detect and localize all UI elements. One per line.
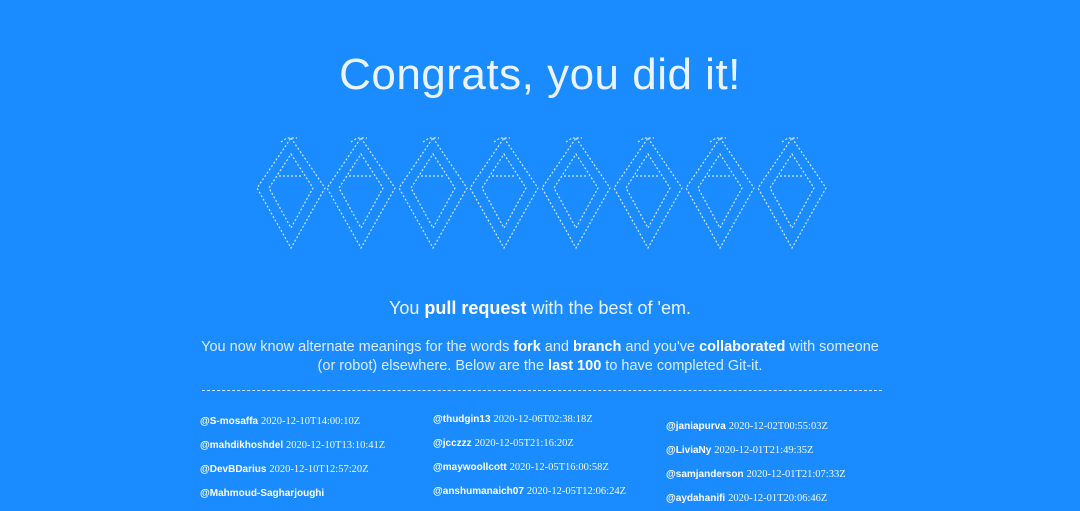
- ascii-diamond-inner: [338, 152, 384, 230]
- timestamp: 2020-12-01T21:49:35Z: [714, 445, 814, 456]
- completions-column-1: @S-mosaffa 2020-12-10T14:00:10Z @mahdikh…: [200, 409, 430, 505]
- ascii-diamond-inner: [625, 152, 671, 230]
- timestamp: 2020-12-05T21:16:20Z: [474, 438, 574, 449]
- username-link[interactable]: @DevBDarius: [200, 464, 266, 475]
- list-item: @anshumanaich07 2020-12-05T12:06:24Z: [433, 479, 663, 503]
- username-link[interactable]: @samjanderson: [666, 469, 744, 480]
- timestamp: 2020-12-10T12:57:20Z: [269, 464, 369, 475]
- list-item: @jcczzz 2020-12-05T21:16:20Z: [433, 431, 663, 455]
- username-link[interactable]: @aydahanifi: [666, 493, 725, 504]
- ascii-diamond-detail: [564, 137, 588, 177]
- ascii-diamond-inner: [553, 152, 599, 230]
- ascii-diamond-inner: [410, 152, 456, 230]
- ascii-diamond-detail: [708, 137, 732, 177]
- username-link[interactable]: @maywoollcott: [433, 462, 507, 473]
- list-item: @S-mosaffa 2020-12-10T14:00:10Z: [200, 409, 430, 433]
- list-item: @thudgin13 2020-12-06T02:38:18Z: [433, 407, 663, 431]
- octocat-ascii-art-icon: [256, 136, 827, 250]
- ascii-diamond-inner: [697, 152, 743, 230]
- list-item: @Mahmoud-Sagharjoughi: [200, 481, 430, 505]
- ascii-diamond-inner: [481, 152, 527, 230]
- timestamp: 2020-12-10T14:00:10Z: [261, 416, 361, 427]
- username-link[interactable]: @anshumanaich07: [433, 486, 524, 497]
- username-link[interactable]: @thudgin13: [433, 414, 491, 425]
- description: You now know alternate meanings for the …: [201, 339, 879, 374]
- list-item: @LiviaNy 2020-12-01T21:49:35Z: [666, 438, 896, 462]
- list-item: @samjanderson 2020-12-01T21:07:33Z: [666, 462, 896, 486]
- page-title: Congrats, you did it!: [339, 50, 741, 99]
- timestamp: 2020-12-10T13:10:41Z: [286, 440, 386, 451]
- timestamp: 2020-12-01T20:06:46Z: [728, 493, 828, 504]
- timestamp: 2020-12-06T02:38:18Z: [493, 414, 593, 425]
- tagline-bold: pull request: [424, 298, 527, 318]
- timestamp: 2020-12-01T21:07:33Z: [746, 469, 846, 480]
- list-item: @mahdikhoshdel 2020-12-10T13:10:41Z: [200, 433, 430, 457]
- username-link[interactable]: @S-mosaffa: [200, 416, 258, 427]
- ascii-diamond-inner: [268, 152, 314, 230]
- timestamp: 2020-12-05T12:06:24Z: [526, 486, 626, 497]
- username-link[interactable]: @Mahmoud-Sagharjoughi: [200, 488, 324, 499]
- username-link[interactable]: @janiapurva: [666, 421, 726, 432]
- ascii-diamond-detail: [421, 137, 445, 177]
- completions-column-2: @thudgin13 2020-12-06T02:38:18Z @jcczzz …: [433, 409, 663, 503]
- username-link[interactable]: @mahdikhoshdel: [200, 440, 283, 451]
- completions-column-3: @janiapurva 2020-12-02T00:55:03Z @LiviaN…: [666, 409, 896, 510]
- tagline: You pull request with the best of 'em.: [389, 298, 691, 318]
- list-item: @DevBDarius 2020-12-10T12:57:20Z: [200, 457, 430, 481]
- ascii-diamond-inner: [769, 152, 815, 230]
- username-link[interactable]: @jcczzz: [433, 438, 472, 449]
- username-link[interactable]: @LiviaNy: [666, 445, 711, 456]
- list-item: @maywoollcott 2020-12-05T16:00:58Z: [433, 455, 663, 479]
- timestamp: 2020-12-05T16:00:58Z: [509, 462, 609, 473]
- ascii-diamond-detail: [279, 137, 303, 177]
- ascii-diamond-detail: [492, 137, 516, 177]
- divider: [202, 390, 882, 391]
- list-item: @aydahanifi 2020-12-01T20:06:46Z: [666, 486, 896, 510]
- ascii-diamond-detail: [636, 137, 660, 177]
- list-item: @janiapurva 2020-12-02T00:55:03Z: [666, 414, 896, 438]
- ascii-diamond-detail: [780, 137, 804, 177]
- ascii-diamond-detail: [349, 137, 373, 177]
- timestamp: 2020-12-02T00:55:03Z: [728, 421, 828, 432]
